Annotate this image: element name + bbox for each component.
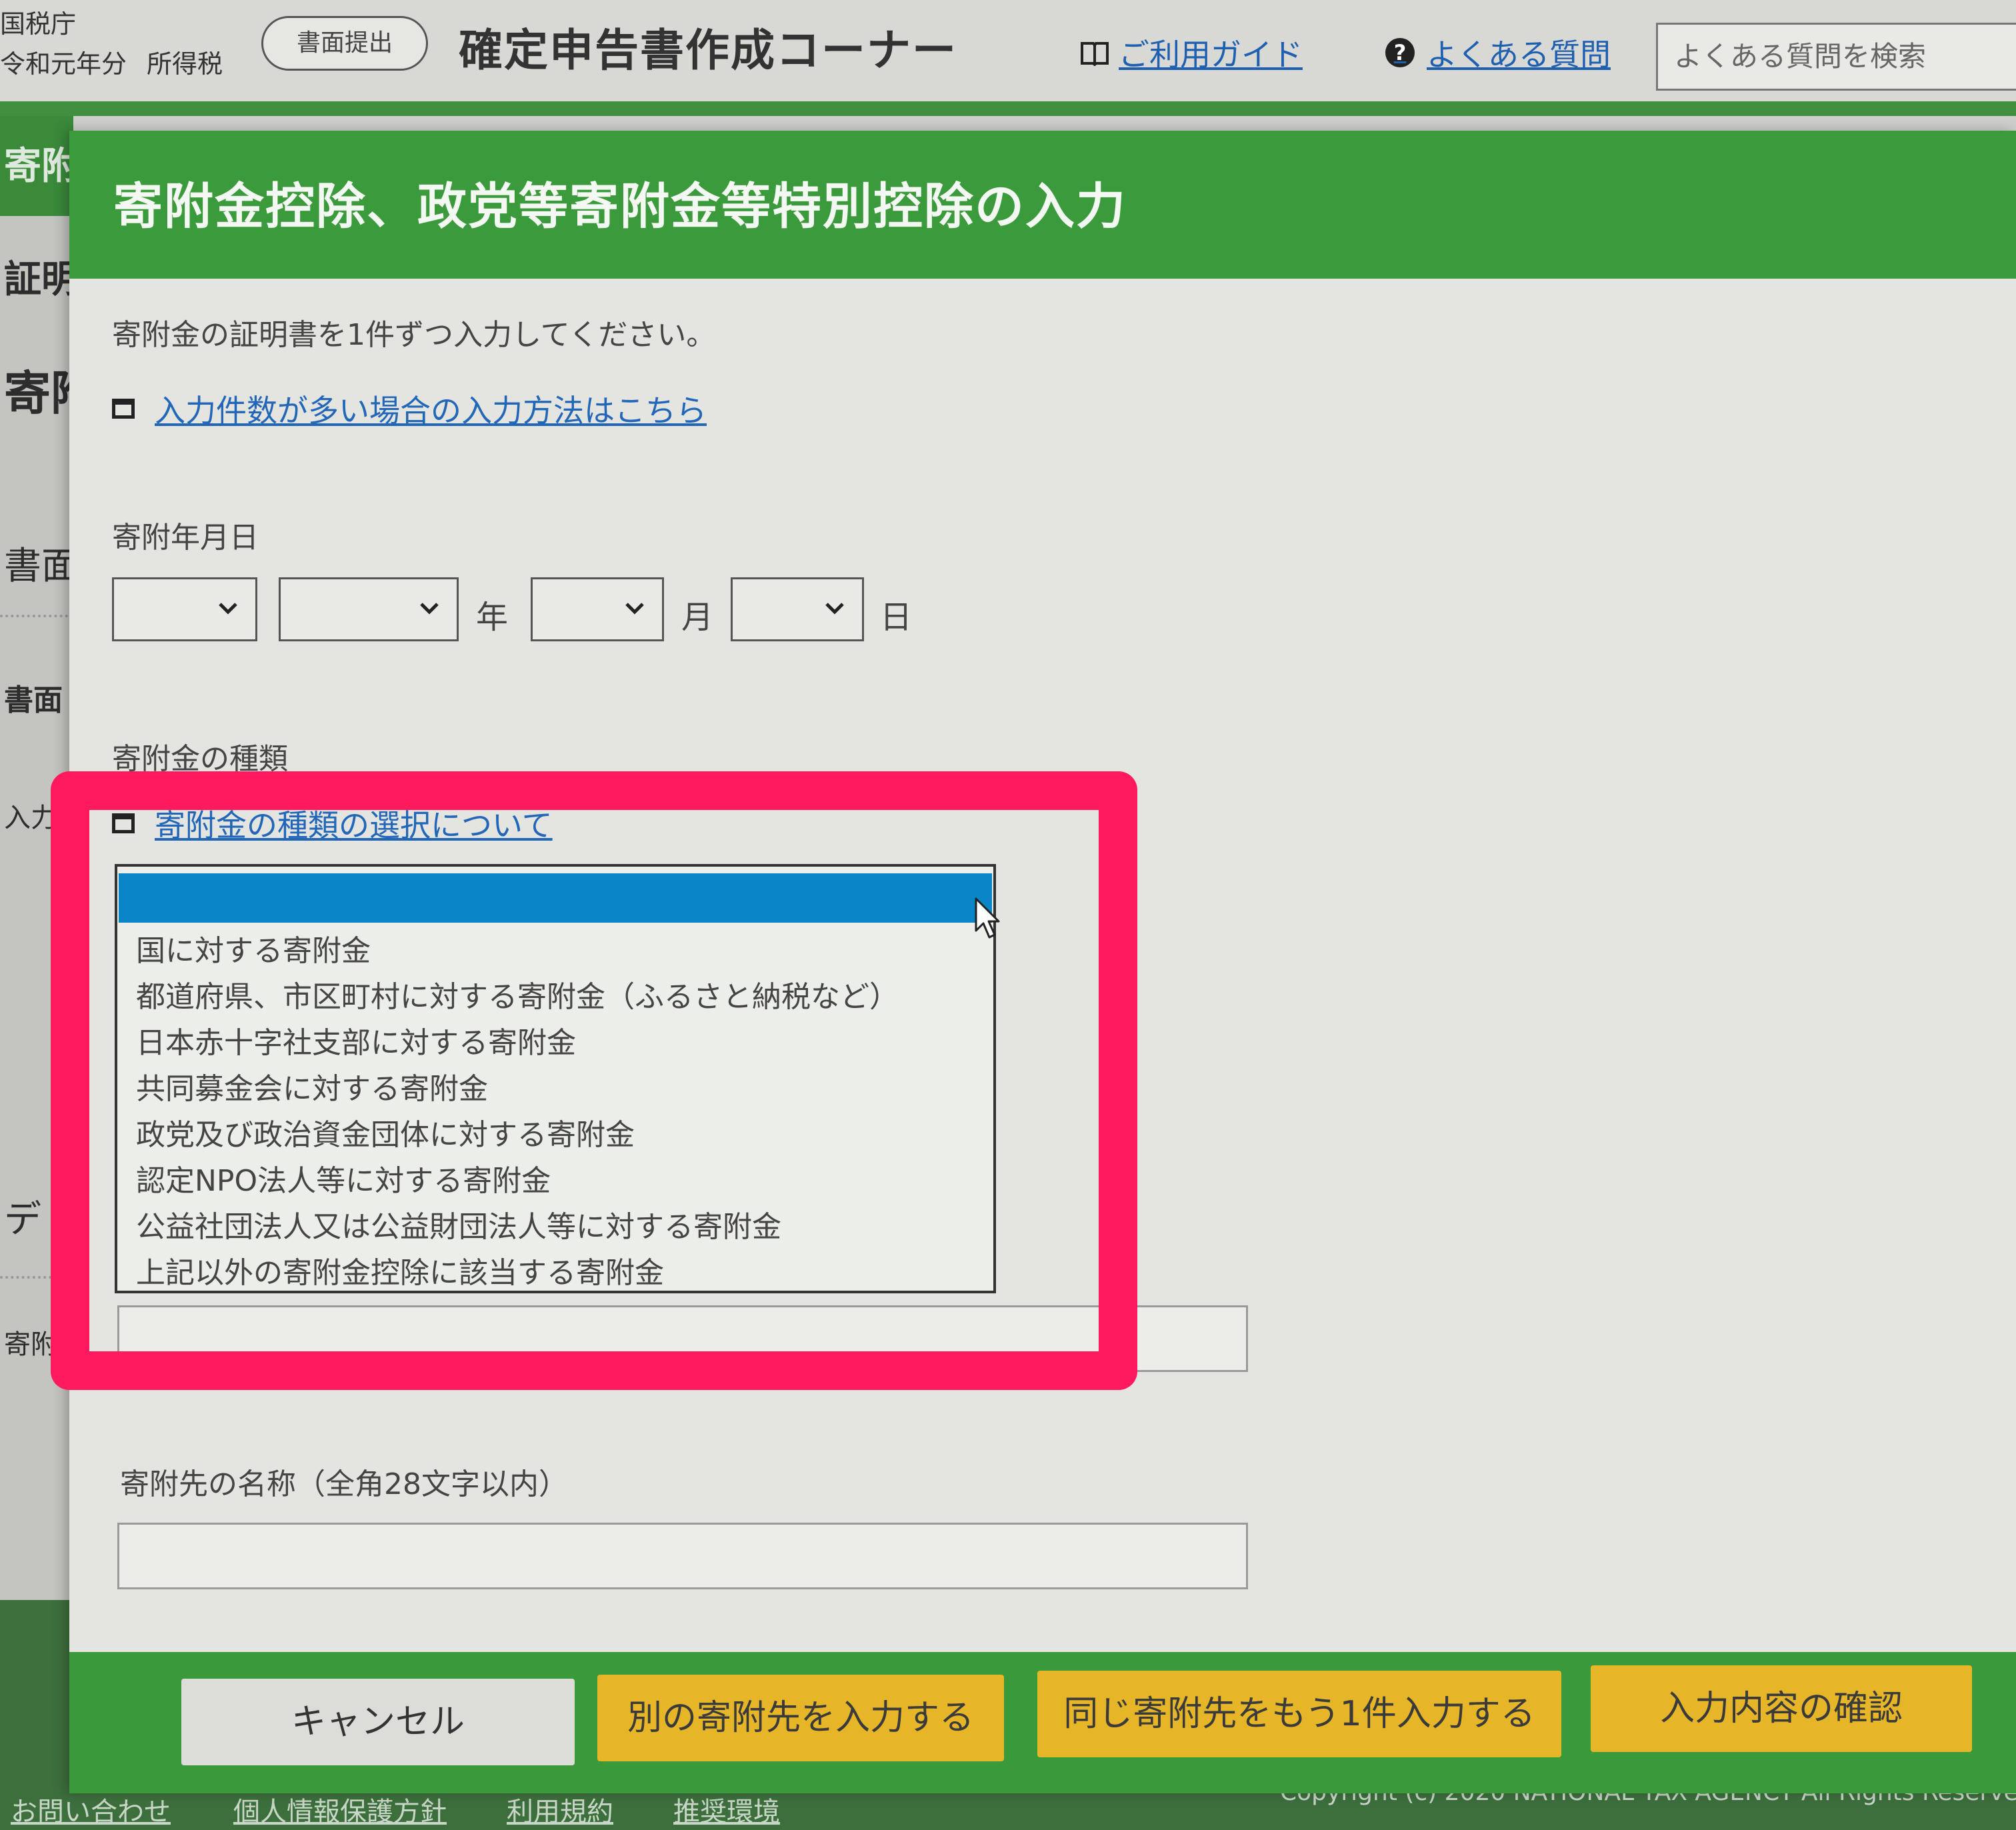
footer-link[interactable]: お問い合わせ xyxy=(11,1790,171,1829)
faq-label: よくある質問 xyxy=(1427,37,1611,73)
faq-search-input[interactable]: よくある質問を検索 xyxy=(1656,23,2016,91)
instruction-text: 寄附金の証明書を1件ずつ入力してください。 xyxy=(112,318,716,352)
confirm-input-button[interactable]: 入力内容の確認 xyxy=(1591,1665,1972,1752)
user-guide-link[interactable]: ご利用ガイド xyxy=(1080,31,1303,75)
book-icon xyxy=(1081,42,1109,66)
background-fragment: 書面 xyxy=(4,545,73,588)
chevron-down-icon xyxy=(825,603,844,615)
paper-submission-button[interactable]: 書面提出 xyxy=(261,16,428,71)
day-select[interactable] xyxy=(731,577,864,641)
cancel-button[interactable]: キャンセル xyxy=(181,1679,575,1765)
footer-link[interactable]: 個人情報保護方針 xyxy=(233,1790,447,1829)
recipient-name-label: 寄附先の名称（全角28文字以内） xyxy=(120,1467,568,1501)
footer-link[interactable]: 利用規約 xyxy=(507,1790,613,1829)
day-unit: 日 xyxy=(880,599,913,636)
site-header: 国税庁 令和元年分 所得税 書面提出 確定申告書作成コーナー ご利用ガイド ? よ… xyxy=(0,0,2016,101)
tax-year: 令和元年分 所得税 xyxy=(0,44,243,84)
background-fragment: 入力 xyxy=(4,803,57,833)
background-fragment: 書面 xyxy=(4,683,63,717)
background-fragment: デ xyxy=(4,1198,41,1241)
question-icon: ? xyxy=(1385,38,1415,67)
bulk-input-link-label: 入力件数が多い場合の入力方法はこちら xyxy=(155,393,707,429)
modal-title: 寄附金控除、政党等寄附金等特別控除の入力 xyxy=(113,178,1127,235)
faq-link[interactable]: ? よくある質問 xyxy=(1385,31,1611,75)
month-select[interactable] xyxy=(531,577,664,641)
year-unit: 年 xyxy=(476,599,509,636)
tax-type-label: 所得税 xyxy=(147,49,223,79)
agency-info: 国税庁 令和元年分 所得税 xyxy=(0,4,243,84)
background-fragment: 寄附 xyxy=(4,1329,57,1360)
recipient-name-input[interactable] xyxy=(117,1523,1248,1589)
divider xyxy=(0,615,73,617)
footer-link[interactable]: 推奨環境 xyxy=(673,1790,780,1829)
background-fragment: 寄附 xyxy=(4,366,73,421)
tax-year-label: 令和元年分 xyxy=(0,49,127,79)
site-title: 確定申告書作成コーナー xyxy=(459,25,957,76)
chevron-down-icon xyxy=(219,603,237,615)
bulk-input-link[interactable]: 入力件数が多い場合の入力方法はこちら xyxy=(112,387,707,431)
add-same-recipient-button[interactable]: 同じ寄附先をもう1件入力する xyxy=(1037,1671,1561,1757)
month-unit: 月 xyxy=(681,599,714,636)
modal-button-bar: キャンセル 別の寄附先を入力する 同じ寄附先をもう1件入力する 入力内容の確認 xyxy=(69,1652,2016,1793)
agency-name: 国税庁 xyxy=(0,9,77,39)
user-guide-label: ご利用ガイド xyxy=(1119,37,1303,73)
chevron-down-icon xyxy=(420,603,439,615)
new-window-icon xyxy=(112,399,135,419)
header-green-bar xyxy=(0,101,2016,116)
donation-date-label: 寄附年月日 xyxy=(112,521,259,555)
year-select[interactable] xyxy=(279,577,459,641)
background-fragment: 寄附 xyxy=(4,145,73,188)
era-select[interactable] xyxy=(112,577,257,641)
highlight-annotation xyxy=(51,771,1137,1390)
chevron-down-icon xyxy=(625,603,644,615)
modal-header: 寄附金控除、政党等寄附金等特別控除の入力 xyxy=(69,131,2016,279)
background-fragment: 証明 xyxy=(4,258,73,301)
background-section-header: 寄附 xyxy=(0,116,73,216)
add-other-recipient-button[interactable]: 別の寄附先を入力する xyxy=(597,1675,1004,1761)
